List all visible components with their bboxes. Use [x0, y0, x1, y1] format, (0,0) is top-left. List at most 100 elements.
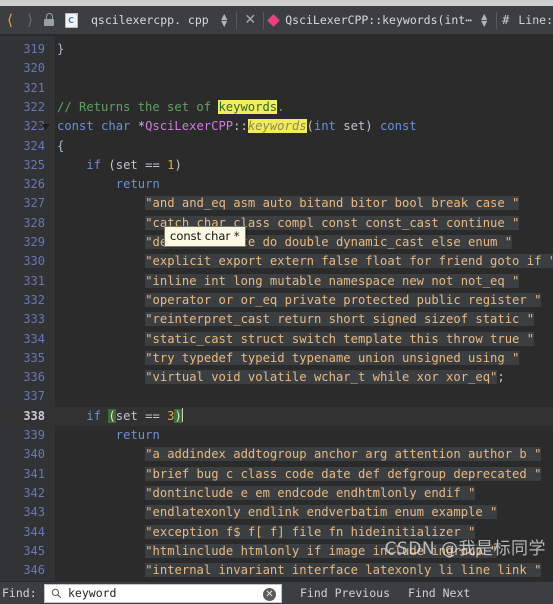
code-line[interactable]: 320 — [0, 59, 553, 78]
code-line[interactable]: 322 // Returns the set of keywords. — [0, 98, 553, 117]
line-number: 334 — [23, 331, 45, 346]
code-line[interactable]: 344 "exception f$ f[ f] file fn hideiniti… — [0, 523, 553, 542]
code-token: keywords — [247, 119, 307, 134]
code-token: "exception f$ f[ f] file fn hideinitiali… — [145, 524, 476, 539]
find-next-button[interactable]: Find Next — [408, 586, 470, 600]
code-text: if (set == 3) — [86, 407, 183, 426]
code-line[interactable]: 333 "reinterpret_cast return short signed… — [0, 310, 553, 329]
toolbar-divider-2 — [263, 11, 265, 29]
code-line[interactable]: 340 "a addindex addtogroup anchor arg att… — [0, 445, 553, 464]
code-line[interactable]: 324 { — [0, 137, 553, 156]
line-marker-icon[interactable]: # — [502, 13, 509, 27]
code-text: if (set == 1) — [86, 156, 181, 175]
code-line[interactable]: 321 — [0, 79, 553, 98]
code-token: const — [379, 119, 417, 134]
clear-icon[interactable]: ✕ — [263, 587, 276, 601]
code-token: "inline int long mutable namespace new n… — [145, 273, 520, 288]
chevron-left-icon: ⟨ — [7, 10, 13, 29]
line-label: Line: — [518, 13, 553, 27]
line-number: 327 — [23, 196, 45, 211]
close-file-button[interactable]: ✕ — [242, 8, 258, 32]
code-text: "endlatexonly endlink endverbatim enum e… — [145, 503, 498, 522]
code-text: "internal invariant interface latexonly … — [145, 561, 542, 580]
code-token: int — [313, 119, 336, 134]
line-number: 335 — [23, 350, 45, 365]
symbol-selector-spinner[interactable]: ▲ ▼ — [477, 13, 491, 28]
chevron-down-icon: ▼ — [221, 19, 228, 28]
back-button[interactable]: ⟨ — [0, 8, 20, 32]
code-line[interactable]: 346 "internal invariant interface latexon… — [0, 561, 553, 580]
code-line[interactable]: 341 "brief bug c class code date def defg… — [0, 465, 553, 484]
code-token: :: — [233, 119, 248, 134]
symbol-selector-label[interactable]: QsciLexerCPP::keywords(int⋯ — [285, 13, 472, 27]
code-token: ( — [108, 408, 116, 423]
lock-toggle-button[interactable] — [40, 8, 60, 32]
code-text: "explicit export extern false float for … — [145, 252, 553, 271]
code-line[interactable]: 335 "try typedef typeid typename union un… — [0, 349, 553, 368]
forward-button[interactable]: ⟩ — [20, 8, 40, 32]
code-line[interactable]: 326 return — [0, 175, 553, 194]
code-line[interactable]: 329 "default delete do double dynamic_cas… — [0, 233, 553, 252]
code-line[interactable]: 343 "endlatexonly endlink endverbatim enu… — [0, 503, 553, 522]
code-line[interactable]: 325 if (set == 1) — [0, 156, 553, 175]
code-text: { — [57, 137, 64, 156]
code-line[interactable]: 330 "explicit export extern false float f… — [0, 252, 553, 271]
code-token: . — [277, 99, 285, 114]
code-line[interactable]: 332 "operator or or_eq private protected … — [0, 291, 553, 310]
code-line[interactable]: 319} — [0, 40, 553, 59]
code-editor[interactable]: 319} 320 321 322 // Returns the set of keywo… — [0, 36, 553, 581]
fold-toggle-icon[interactable] — [41, 117, 53, 131]
toolbar-divider-1 — [236, 11, 238, 29]
code-token: if — [86, 157, 102, 172]
code-token: (set == — [101, 157, 168, 172]
code-line[interactable]: 336 "virtual void volatile wchar_t while … — [0, 368, 553, 387]
code-line[interactable]: 334 "static_cast struct switch template t… — [0, 330, 553, 349]
line-number: 346 — [23, 563, 45, 578]
line-number: 339 — [23, 428, 45, 442]
code-token: "virtual void volatile wchar_t while xor… — [145, 370, 498, 385]
code-token: set == — [115, 408, 168, 423]
code-line[interactable]: 327 "and and_eq asm auto bitand bitor boo… — [0, 194, 553, 213]
code-token: ) — [174, 408, 182, 423]
code-line[interactable]: 339 return — [0, 426, 553, 445]
line-number: 328 — [23, 215, 45, 230]
find-label: Find: — [2, 586, 37, 600]
code-text: } — [57, 40, 64, 59]
code-token: ) — [365, 119, 380, 134]
file-type-icon-button: C — [60, 8, 82, 32]
close-icon: ✕ — [244, 12, 257, 28]
code-text: "inline int long mutable namespace new n… — [145, 272, 520, 291]
code-token: ) — [174, 157, 182, 172]
code-text: return — [116, 426, 160, 445]
find-input-wrapper[interactable]: ✕ — [44, 583, 282, 603]
code-text: "static_cast struct switch template this… — [145, 330, 535, 349]
filename-label[interactable]: qscilexercpp. cpp — [91, 13, 209, 27]
line-number: 337 — [23, 389, 45, 404]
find-previous-button[interactable]: Find Previous — [300, 586, 390, 600]
code-token: const — [57, 119, 94, 134]
search-input[interactable] — [68, 586, 248, 600]
code-area[interactable]: 319} 320 321 322 // Returns the set of keywo… — [0, 36, 553, 581]
code-text: "exception f$ f[ f] file fn hideinitiali… — [145, 523, 476, 542]
code-token: "reinterpret_cast return short signed si… — [145, 312, 535, 327]
line-number: 321 — [23, 80, 45, 95]
line-number: 332 — [23, 292, 45, 307]
code-text: "dontinclude e em endcode endhtmlonly en… — [145, 484, 476, 503]
code-token: "dontinclude e em endcode endhtmlonly en… — [145, 485, 476, 500]
code-line[interactable]: 331 "inline int long mutable namespace ne… — [0, 272, 553, 291]
code-line[interactable]: 338 if (set == 3) — [0, 406, 553, 426]
line-number: 319 — [23, 42, 45, 56]
unlock-icon — [43, 13, 57, 27]
code-token: return — [115, 177, 160, 192]
code-line[interactable]: 323 const char *QsciLexerCPP::keywords(in… — [0, 117, 553, 136]
code-token: { — [57, 138, 65, 153]
line-number: 331 — [23, 273, 45, 288]
code-line[interactable]: 345 "htmlinclude htmlonly if image includ… — [0, 542, 553, 561]
code-text: "brief bug c class code date def defgrou… — [145, 465, 542, 484]
code-line[interactable]: 337 — [0, 387, 553, 406]
file-selector-spinner[interactable]: ▲ ▼ — [217, 13, 231, 28]
code-token: * — [137, 119, 146, 134]
code-line[interactable]: 342 "dontinclude e em endcode endhtmlonly… — [0, 484, 553, 503]
code-line[interactable]: 328 "catch char class compl const const_c… — [0, 214, 553, 233]
